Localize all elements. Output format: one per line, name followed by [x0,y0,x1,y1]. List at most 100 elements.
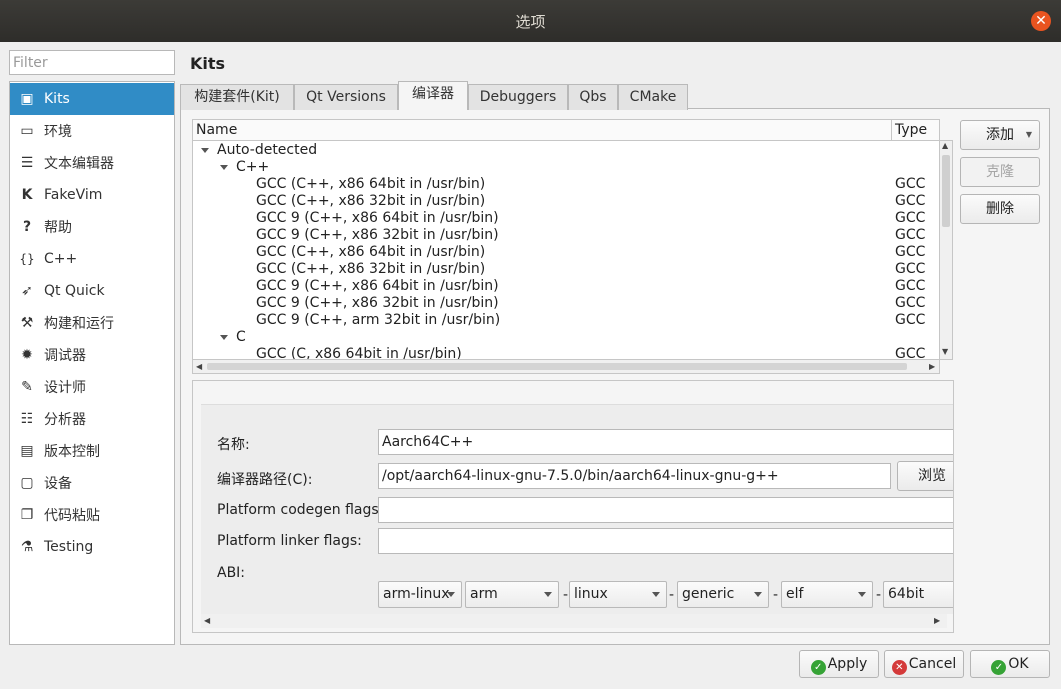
tab-cmake[interactable]: CMake [618,84,688,110]
linker-flags-label: Platform linker flags: [217,533,362,549]
tree-row[interactable]: GCC 9 (C++, x86 32bit in /usr/bin) GCC [193,227,939,244]
scrollbar-thumb[interactable] [942,155,950,227]
category-label: 构建和运行 [44,316,114,332]
category-version-control[interactable]: ▤ 版本控制 [10,435,174,467]
abi-select[interactable]: arm-linux [378,581,462,608]
tree-row[interactable]: GCC 9 (C++, x86 64bit in /usr/bin) GCC [193,278,939,295]
tree-row[interactable]: GCC (C++, x86 32bit in /usr/bin) GCC [193,261,939,278]
close-icon[interactable]: ✕ [1031,11,1051,31]
compiler-tree[interactable]: Name Type Auto-detected C++ GCC (C++, x8… [192,119,940,360]
tree-row-group[interactable]: Auto-detected [193,142,939,159]
tree-row-group[interactable]: C [193,329,939,346]
scroll-down-icon[interactable]: ▼ [942,347,948,356]
category-analyzer[interactable]: ☷ 分析器 [10,403,174,435]
browse-button[interactable]: 浏览 [897,461,953,491]
linker-flags-input[interactable] [378,528,953,554]
abi-architecture-select[interactable]: arm [465,581,559,608]
compiler-path-input[interactable]: /opt/aarch64-linux-gnu-7.5.0/bin/aarch64… [378,463,891,489]
bug-icon: ✹ [21,347,33,363]
abi-width-select[interactable]: 64bit [883,581,953,608]
codegen-flags-label: Platform codegen flags: [217,502,384,518]
abi-label: ABI: [217,565,246,581]
category-cpp[interactable]: {} C++ [10,243,174,275]
category-label: 版本控制 [44,444,100,460]
tab-debuggers[interactable]: Debuggers [468,84,568,110]
column-divider[interactable] [891,120,892,141]
name-column-header[interactable]: Name [196,122,237,138]
tree-row[interactable]: GCC (C++, x86 64bit in /usr/bin) GCC [193,244,939,261]
scroll-left-icon[interactable]: ◀ [196,362,202,371]
chevron-down-icon [754,592,762,597]
codegen-flags-input[interactable] [378,497,953,523]
clone-button[interactable]: 克隆 [960,157,1040,187]
code-paste-icon: ❐ [20,507,34,523]
chevron-down-icon [652,592,660,597]
tab-compilers[interactable]: 编译器 [398,81,468,110]
cancel-button[interactable]: ✕ Cancel [884,650,964,678]
abi-separator: - [563,587,569,603]
cancel-icon: ✕ [891,660,907,675]
device-icon: ▢ [20,475,34,491]
tree-row[interactable]: GCC (C++, x86 64bit in /usr/bin) GCC [193,176,939,193]
title-bar: 选项 ✕ [0,0,1061,42]
category-help[interactable]: ? 帮助 [10,211,174,243]
scroll-left-icon[interactable]: ◀ [204,616,210,625]
category-environment[interactable]: ▭ 环境 [10,115,174,147]
expand-arrow-icon[interactable] [220,335,228,340]
category-build-run[interactable]: ⚒ 构建和运行 [10,307,174,339]
tab-qbs[interactable]: Qbs [568,84,618,110]
tree-vertical-scrollbar[interactable]: ▲ ▼ [940,140,953,360]
type-column-header[interactable]: Type [895,122,927,138]
tree-row-group[interactable]: C++ [193,159,939,176]
tab-kits[interactable]: 构建套件(Kit) [180,84,294,110]
tab-qt-versions[interactable]: Qt Versions [294,84,398,110]
category-devices[interactable]: ▢ 设备 [10,467,174,499]
apply-button[interactable]: ✓ Apply [799,650,879,678]
text-editor-icon: ☰ [20,155,34,171]
category-list: ▣ Kits ▭ 环境 ☰ 文本编辑器 K FakeVim ? 帮助 {} C+… [9,81,175,645]
scroll-up-icon[interactable]: ▲ [942,141,948,150]
abi-separator: - [773,587,779,603]
category-label: 环境 [44,124,72,140]
scroll-right-icon[interactable]: ▶ [934,616,940,625]
name-label: 名称: [217,437,250,453]
scrollbar-thumb[interactable] [207,363,907,370]
chevron-down-icon [447,592,455,597]
category-fakevim[interactable]: K FakeVim [10,179,174,211]
category-debugger[interactable]: ✹ 调试器 [10,339,174,371]
category-kits[interactable]: ▣ Kits [10,83,174,115]
tree-row[interactable]: GCC 9 (C++, x86 32bit in /usr/bin) GCC [193,295,939,312]
tree-row[interactable]: GCC (C++, x86 32bit in /usr/bin) GCC [193,193,939,210]
category-qt-quick[interactable]: ➶ Qt Quick [10,275,174,307]
kits-icon: ▣ [20,91,34,107]
tree-horizontal-scrollbar[interactable]: ◀ ▶ [192,360,940,374]
add-button[interactable]: 添加 ▼ [960,120,1040,150]
testing-icon: ⚗ [20,539,34,555]
tree-row[interactable]: GCC (C, x86 64bit in /usr/bin) GCC [193,346,939,359]
abi-os-select[interactable]: linux [569,581,667,608]
expand-arrow-icon[interactable] [220,165,228,170]
pencil-icon: ✎ [21,379,33,395]
category-code-paste[interactable]: ❐ 代码粘贴 [10,499,174,531]
expand-arrow-icon[interactable] [201,148,209,153]
remove-button[interactable]: 删除 [960,194,1040,224]
abi-format-select[interactable]: elf [781,581,873,608]
filter-input[interactable] [9,50,175,75]
scroll-right-icon[interactable]: ▶ [929,362,935,371]
category-text-editor[interactable]: ☰ 文本编辑器 [10,147,174,179]
category-designer[interactable]: ✎ 设计师 [10,371,174,403]
ok-button[interactable]: ✓ OK [970,650,1050,678]
tree-row[interactable]: GCC 9 (C++, x86 64bit in /usr/bin) GCC [193,210,939,227]
abi-flavor-select[interactable]: generic [677,581,769,608]
category-label: 设备 [44,476,72,492]
version-control-icon: ▤ [20,443,34,459]
category-testing[interactable]: ⚗ Testing [10,531,174,563]
analyzer-icon: ☷ [20,411,34,427]
details-horizontal-scrollbar[interactable]: ◀ ▶ [201,614,947,628]
check-icon: ✓ [991,660,1007,675]
abi-separator: - [876,587,882,603]
tree-row[interactable]: GCC 9 (C++, arm 32bit in /usr/bin) GCC [193,312,939,329]
compiler-name-input[interactable]: Aarch64C++ [378,429,953,455]
category-label: Kits [44,91,70,107]
tree-header: Name Type [193,120,939,141]
